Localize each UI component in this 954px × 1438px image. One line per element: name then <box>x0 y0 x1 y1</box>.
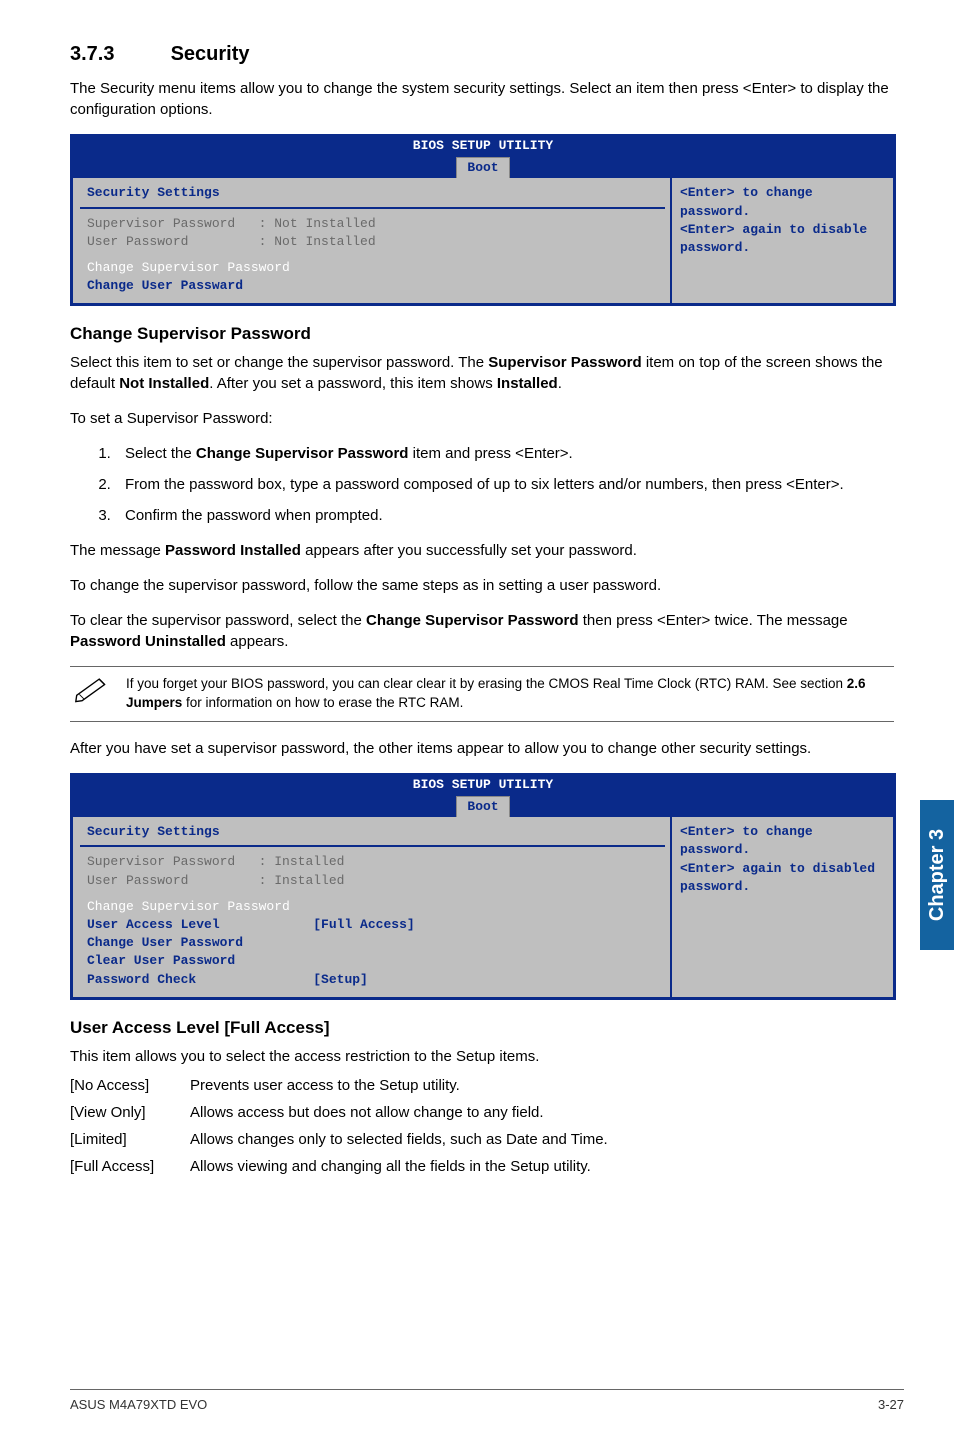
definitions-list: [No Access]Prevents user access to the S… <box>70 1075 894 1177</box>
step-2: From the password box, type a password c… <box>115 474 894 495</box>
chapter-side-tab-label: Chapter 3 <box>923 829 951 921</box>
msg-installed: The message Password Installed appears a… <box>70 540 894 561</box>
change-supervisor-heading: Change Supervisor Password <box>70 322 894 346</box>
note-callout: If you forget your BIOS password, you ca… <box>70 666 894 722</box>
csp-set-intro: To set a Supervisor Password: <box>70 408 894 429</box>
after-paragraph: After you have set a supervisor password… <box>70 738 894 759</box>
chapter-side-tab: Chapter 3 <box>920 800 954 950</box>
bios-title: BIOS SETUP UTILITY <box>71 774 895 796</box>
bios-panel-security-2: BIOS SETUP UTILITY Boot Security Setting… <box>70 773 896 1000</box>
section-number: 3.7.3 <box>70 40 165 68</box>
bios-help-pane: <Enter> to change password. <Enter> agai… <box>672 817 895 999</box>
footer-product: ASUS M4A79XTD EVO <box>70 1396 207 1414</box>
def-val: Allows access but does not allow change … <box>190 1102 894 1123</box>
footer-page-number: 3-27 <box>878 1396 904 1414</box>
def-val: Prevents user access to the Setup utilit… <box>190 1075 894 1096</box>
page-footer: ASUS M4A79XTD EVO 3-27 <box>70 1389 904 1414</box>
def-key: [View Only] <box>70 1102 190 1123</box>
bios-tab-row: Boot <box>71 796 895 817</box>
msg-clear: To clear the supervisor password, select… <box>70 610 894 652</box>
bios-menu-password-check: Password Check [Setup] <box>87 971 660 989</box>
bios-menu-clear-user-pw: Clear User Password <box>87 952 660 970</box>
def-val: Allows viewing and changing all the fiel… <box>190 1156 894 1177</box>
bios-title: BIOS SETUP UTILITY <box>71 135 895 157</box>
bios-row-supervisor: Supervisor Password : Not Installed <box>87 215 660 233</box>
section-title: Security <box>171 43 250 65</box>
bios-menu-change-supervisor: Change Supervisor Password <box>87 259 660 277</box>
bios-left-pane: Security Settings Supervisor Password : … <box>71 178 672 305</box>
user-access-level-heading: User Access Level [Full Access] <box>70 1016 894 1040</box>
bios-menu-change-supervisor: Change Supervisor Password <box>87 898 660 916</box>
def-key: [Full Access] <box>70 1156 190 1177</box>
msg-change: To change the supervisor password, follo… <box>70 575 894 596</box>
bios-left-pane: Security Settings Supervisor Password : … <box>71 817 672 999</box>
bios-row-user: User Password : Not Installed <box>87 233 660 251</box>
def-val: Allows changes only to selected fields, … <box>190 1129 894 1150</box>
bios-tab-boot: Boot <box>456 157 509 178</box>
bios-menu-change-user-pw: Change User Password <box>87 934 660 952</box>
bios-row-user: User Password : Installed <box>87 872 660 890</box>
intro-paragraph: The Security menu items allow you to cha… <box>70 78 894 120</box>
def-key: [Limited] <box>70 1129 190 1150</box>
section-heading: 3.7.3 Security <box>70 40 894 68</box>
def-key: [No Access] <box>70 1075 190 1096</box>
step-3: Confirm the password when prompted. <box>115 505 894 526</box>
step-1: Select the Change Supervisor Password it… <box>115 443 894 464</box>
bios-section-heading: Security Settings <box>80 823 665 847</box>
bios-menu-change-user: Change User Passward <box>87 277 660 295</box>
user-access-level-intro: This item allows you to select the acces… <box>70 1046 894 1067</box>
note-pencil-icon <box>74 675 110 709</box>
bios-menu-user-access-level: User Access Level [Full Access] <box>87 916 660 934</box>
bios-section-heading: Security Settings <box>80 184 665 208</box>
bios-tab-boot: Boot <box>456 796 509 817</box>
csp-paragraph-1: Select this item to set or change the su… <box>70 352 894 394</box>
note-text: If you forget your BIOS password, you ca… <box>126 675 894 713</box>
steps-list: Select the Change Supervisor Password it… <box>70 443 894 526</box>
bios-row-supervisor: Supervisor Password : Installed <box>87 853 660 871</box>
bios-tab-row: Boot <box>71 157 895 178</box>
bios-help-pane: <Enter> to change password. <Enter> agai… <box>672 178 895 305</box>
bios-panel-security-1: BIOS SETUP UTILITY Boot Security Setting… <box>70 134 896 306</box>
